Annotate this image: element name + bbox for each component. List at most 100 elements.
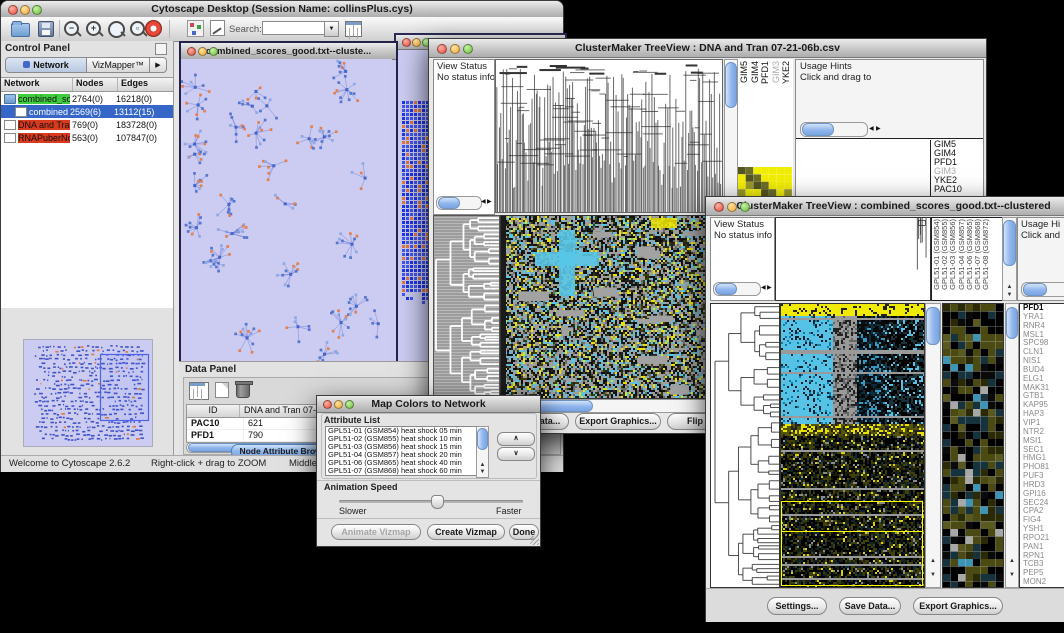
tab-more-arrow[interactable]: ▶ xyxy=(150,57,167,73)
gene-list-item[interactable]: MSI1 xyxy=(1023,437,1064,446)
minimize-button[interactable] xyxy=(450,44,460,54)
scroll-left-icon[interactable]: ◀ xyxy=(869,125,874,132)
gene-list-item[interactable]: SEC24 xyxy=(1023,499,1064,508)
gene-list-item[interactable]: SPC98 xyxy=(1023,339,1064,348)
id-column-header[interactable]: ID xyxy=(187,405,240,417)
minimize-button[interactable] xyxy=(20,5,30,15)
network1-title-bar[interactable]: combined_scores_good.txt--cluste... xyxy=(181,43,396,60)
gene-list-item[interactable]: YRA1 xyxy=(1023,313,1064,322)
tv1-title-bar[interactable]: ClusterMaker TreeView : DNA and Tran 07-… xyxy=(429,39,986,58)
zoom-in-icon[interactable]: + xyxy=(86,21,101,36)
gene-list-item[interactable]: FIG4 xyxy=(1023,516,1064,525)
search-dropdown-button[interactable]: ▼ xyxy=(324,21,339,37)
minimize-button[interactable] xyxy=(412,38,421,47)
zoom-selected-icon[interactable]: ▫ xyxy=(130,21,145,36)
network2-canvas[interactable] xyxy=(401,101,431,307)
gene-list-item[interactable]: GTB1 xyxy=(1023,392,1064,401)
tv2-labels-vscrollbar[interactable]: ▲ ▼ xyxy=(1002,217,1017,301)
tv2-status-hscrollbar[interactable] xyxy=(713,282,761,296)
tv1-array-dendrogram[interactable] xyxy=(495,59,723,213)
tv1-export-graphics-button[interactable]: Export Graphics... xyxy=(575,413,661,430)
close-button[interactable] xyxy=(8,5,18,15)
gene-list-item[interactable]: PAN1 xyxy=(1023,543,1064,552)
gene-list-item[interactable]: PFD1 xyxy=(934,158,984,167)
scroll-up-icon[interactable]: ▲ xyxy=(1006,558,1018,565)
save-session-icon[interactable] xyxy=(38,21,54,37)
dialog-title-bar[interactable]: Map Colors to Network xyxy=(317,396,540,413)
gene-list-item[interactable]: GIM3 xyxy=(934,167,984,176)
gene-list-item[interactable]: SEC1 xyxy=(1023,446,1064,455)
scroll-left-icon[interactable]: ◀ xyxy=(761,284,766,291)
close-button[interactable] xyxy=(402,38,411,47)
network-table-row[interactable]: combined_scores2764(0)16218(0) xyxy=(1,92,173,105)
scroll-left-icon[interactable]: ◀ xyxy=(481,198,486,205)
slider-thumb[interactable] xyxy=(431,495,444,509)
zoom-button[interactable] xyxy=(345,400,354,409)
network-table-row[interactable]: combined_sco2569(6)13112(15) xyxy=(1,105,173,118)
scroll-right-icon[interactable]: ▶ xyxy=(876,125,881,132)
zoom-button[interactable] xyxy=(740,202,750,212)
resize-grip[interactable] xyxy=(530,536,539,545)
close-button[interactable] xyxy=(323,400,332,409)
tv2-settings-button[interactable]: Settings... xyxy=(767,597,827,615)
zoom-button[interactable] xyxy=(463,44,473,54)
gene-list-item[interactable]: YSH1 xyxy=(1023,525,1064,534)
import-table-icon[interactable] xyxy=(345,21,362,37)
gene-list-item[interactable]: BUD4 xyxy=(1023,366,1064,375)
gene-list-item[interactable]: MAK31 xyxy=(1023,384,1064,393)
gene-list-item[interactable]: CLN1 xyxy=(1023,348,1064,357)
gene-list-item[interactable]: RPO21 xyxy=(1023,534,1064,543)
zoom-out-icon[interactable]: − xyxy=(64,21,79,36)
create-attribute-icon[interactable] xyxy=(215,382,229,398)
network-table-row[interactable]: RNAPuberNov2+I563(0)107847(0) xyxy=(1,131,173,144)
attribute-list-item[interactable]: GPL51-07 (GSM868) heat shock 60 min xyxy=(328,467,478,475)
minimize-button[interactable] xyxy=(727,202,737,212)
attribute-list-vscrollbar[interactable]: ▲ ▼ xyxy=(476,426,489,478)
network-overview-thumbnail[interactable] xyxy=(23,339,153,447)
animation-speed-slider[interactable] xyxy=(339,500,523,503)
tv1-status-hscrollbar[interactable] xyxy=(436,196,482,210)
zoom-button[interactable] xyxy=(32,5,42,15)
tab-vizmapper[interactable]: VizMapper™ xyxy=(87,57,150,73)
float-panel-icon[interactable] xyxy=(155,43,167,55)
tv2-array-dendrogram-area[interactable] xyxy=(775,217,931,301)
scroll-right-icon[interactable]: ▶ xyxy=(487,198,492,205)
gene-list-item[interactable]: NTR2 xyxy=(1023,428,1064,437)
network-nodes-icon[interactable] xyxy=(187,20,204,37)
tv2-hints-hscrollbar[interactable] xyxy=(1021,282,1064,297)
network1-canvas[interactable] xyxy=(181,59,392,367)
gene-list-item[interactable]: MON2 xyxy=(1023,578,1064,587)
tv1-gene-dendrogram[interactable] xyxy=(433,215,500,399)
tv2-heatmap[interactable] xyxy=(780,303,925,588)
gene-list-item[interactable]: PFD1 xyxy=(1023,304,1064,313)
tv2-zoom-view[interactable] xyxy=(942,303,1004,588)
gene-list-item[interactable]: RNR4 xyxy=(1023,322,1064,331)
gene-list-item[interactable]: GIM5 xyxy=(934,140,984,149)
gene-list-item[interactable]: PUF3 xyxy=(1023,472,1064,481)
tv2-title-bar[interactable]: ClusterMaker TreeView : combined_scores_… xyxy=(706,197,1064,216)
gene-list-item[interactable]: RPN1 xyxy=(1023,552,1064,561)
gene-list-item[interactable]: HMG1 xyxy=(1023,454,1064,463)
scroll-up-icon[interactable]: ▲ xyxy=(926,558,940,565)
gene-list-item[interactable]: KAP95 xyxy=(1023,401,1064,410)
move-up-button[interactable]: ∧ xyxy=(497,432,535,446)
tv1-dendro-vscrollbar[interactable]: ▲ ▼ xyxy=(724,59,738,215)
move-down-button[interactable]: ∨ xyxy=(497,447,535,461)
minimize-button[interactable] xyxy=(198,47,207,56)
gene-list-item[interactable]: CPA2 xyxy=(1023,507,1064,516)
gene-list-item[interactable]: HRD3 xyxy=(1023,481,1064,490)
gene-list-item[interactable]: NIS1 xyxy=(1023,357,1064,366)
tv2-save-data-button[interactable]: Save Data... xyxy=(839,597,901,615)
gene-list-item[interactable]: YKE2 xyxy=(934,176,984,185)
scroll-down-icon[interactable]: ▼ xyxy=(926,572,940,579)
tv1-hints-hscrollbar[interactable] xyxy=(800,122,868,137)
gene-list-item[interactable]: PAC10 xyxy=(934,185,984,194)
gene-list-item[interactable]: MSL1 xyxy=(1023,331,1064,340)
close-button[interactable] xyxy=(714,202,724,212)
network-table-row[interactable]: DNA and Tran 07769(0)183728(0) xyxy=(1,118,173,131)
scroll-down-icon[interactable]: ▼ xyxy=(1003,292,1016,299)
create-vizmap-button[interactable]: Create Vizmap xyxy=(427,524,505,540)
gene-list-item[interactable]: GPI16 xyxy=(1023,490,1064,499)
gene-list-item[interactable]: TCB3 xyxy=(1023,560,1064,569)
attribute-select-icon[interactable] xyxy=(189,382,209,400)
